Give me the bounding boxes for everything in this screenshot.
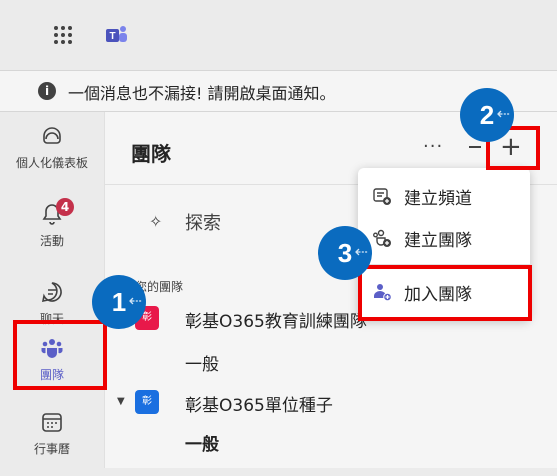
menu-item-label: 建立頻道 [404, 189, 472, 209]
callout-number: 1 [111, 287, 127, 317]
highlight-teams [13, 320, 107, 390]
filter-icon[interactable] [469, 146, 481, 148]
more-options-button[interactable]: ··· [423, 136, 443, 157]
channel-item[interactable]: 一般 [185, 430, 219, 455]
title-bar: T [0, 0, 557, 70]
chat-icon [41, 282, 62, 303]
rail-item-dashboard[interactable]: 個人化儀表板 [0, 112, 104, 190]
rail-item-calendar[interactable]: 行事曆 [0, 398, 104, 476]
rail-item-activity[interactable]: 4 活動 [0, 190, 104, 268]
callout-3: 3 ⇠ [318, 226, 372, 280]
svg-text:T: T [109, 31, 115, 42]
explore-link[interactable]: 探索 [185, 209, 221, 235]
team-item[interactable]: ▼ 彰 彰基O365單位種子 [105, 386, 557, 420]
teams-logo-icon: T [106, 26, 127, 42]
activity-badge: 4 [56, 198, 74, 216]
highlight-join-team [358, 265, 532, 321]
app-launcher-icon[interactable] [54, 26, 72, 44]
callout-number: 2 [479, 100, 495, 130]
sparkle-icon: ✧ [149, 212, 163, 231]
callout-number: 3 [337, 238, 353, 268]
chevron-down-icon[interactable]: ▼ [117, 396, 125, 407]
calendar-icon [42, 413, 62, 432]
app-rail: 個人化儀表板 4 活動 聊天 團隊 行事曆 [0, 112, 104, 468]
rail-label: 活動 [39, 234, 64, 248]
info-icon: i [38, 82, 56, 100]
create-team-icon [373, 229, 391, 247]
callout-2: 2 ⇠ [460, 88, 514, 142]
menu-item-create-channel[interactable]: 建立頻道 [358, 176, 530, 216]
channel-item[interactable]: 一般 [185, 350, 219, 375]
notification-text: 一個消息也不漏接! 請開啟桌面通知。 [68, 84, 336, 103]
rail-label: 個人化儀表板 [15, 156, 88, 170]
create-channel-icon [373, 188, 391, 205]
menu-item-label: 建立團隊 [404, 231, 472, 251]
rail-label: 行事曆 [33, 442, 70, 456]
team-name: 彰基O365教育訓練團隊 [185, 312, 367, 332]
dashboard-icon [43, 127, 61, 144]
panel-title: 團隊 [131, 142, 171, 166]
callout-1: 1 ⇠ [92, 275, 146, 329]
team-name: 彰基O365單位種子 [185, 396, 333, 416]
team-avatar: 彰 [135, 390, 159, 414]
menu-item-create-team[interactable]: 建立團隊 [358, 218, 530, 258]
